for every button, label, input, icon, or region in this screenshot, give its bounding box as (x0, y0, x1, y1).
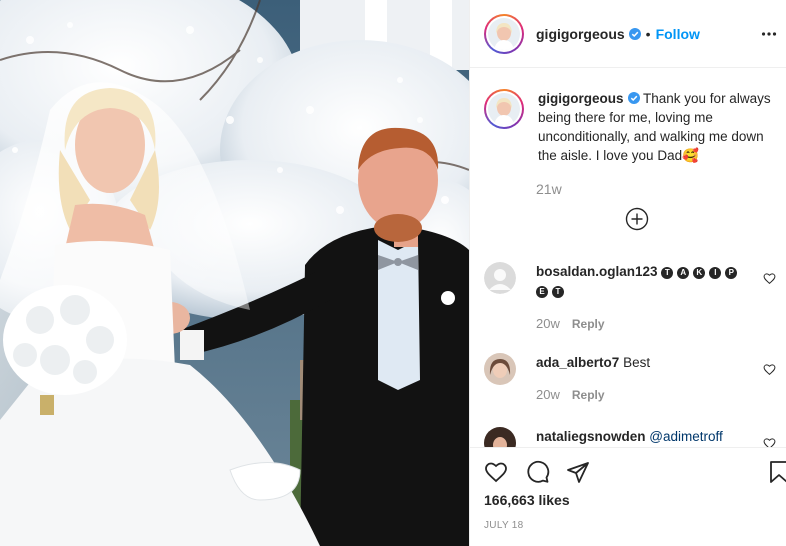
letter-badge: K (693, 267, 706, 279)
letter-badge: I (709, 267, 722, 279)
separator-dot: • (645, 25, 651, 42)
post-date[interactable]: JULY 18 (484, 520, 524, 531)
comment-body: bosaldan.oglan123 TAKIPET (536, 262, 758, 300)
caption-username[interactable]: gigigorgeous (538, 91, 624, 106)
wedding-photo-illustration (0, 0, 469, 546)
comment-like-heart-icon[interactable] (763, 437, 776, 447)
load-more-comments-icon[interactable] (625, 207, 649, 231)
commenter-avatar-image (484, 427, 516, 447)
likes-count[interactable]: 166,663 likes (484, 492, 570, 508)
post-photo[interactable] (0, 0, 469, 546)
commenter-username[interactable]: bosaldan.oglan123 (536, 264, 658, 279)
letter-badge: T (552, 286, 564, 298)
reply-button[interactable]: Reply (572, 388, 605, 402)
comment-mention[interactable]: @adimetroff (649, 429, 723, 444)
post-caption: gigigorgeous Thank you for always being … (484, 89, 784, 165)
commenter-username[interactable]: nataliegsnowden (536, 429, 646, 444)
comment-like-heart-icon[interactable] (763, 363, 776, 376)
comment-text: Best (623, 355, 651, 370)
bookmark-icon[interactable] (767, 460, 786, 484)
caption-text-block: gigigorgeous Thank you for always being … (538, 89, 782, 165)
caption-author-avatar[interactable] (484, 89, 524, 129)
comment-body: nataliegsnowden @adimetroff (536, 427, 758, 446)
default-avatar-icon (484, 262, 516, 294)
post-actions: 166,663 likes JULY 18 (470, 447, 786, 546)
more-options-icon[interactable] (761, 26, 777, 42)
comment-timestamp[interactable]: 20w (536, 316, 560, 331)
comments-area[interactable]: gigigorgeous Thank you for always being … (470, 69, 786, 447)
letter-badge: E (536, 286, 548, 298)
letter-badge: A (677, 267, 690, 279)
post-detail-panel: gigigorgeous • Follow gigigorgeous Thank… (469, 0, 786, 546)
author-username[interactable]: gigigorgeous (536, 26, 625, 42)
caption-author-avatar-image (488, 93, 520, 125)
commenter-avatar-image (484, 353, 516, 385)
post-header: gigigorgeous • Follow (470, 0, 786, 68)
share-icon[interactable] (566, 460, 590, 484)
heart-icon[interactable] (484, 460, 508, 484)
comment-meta: 20w Reply (536, 316, 605, 331)
letter-badge: T (661, 267, 674, 279)
comment-like-heart-icon[interactable] (763, 272, 776, 285)
author-avatar[interactable] (484, 13, 524, 54)
commenter-avatar[interactable] (484, 262, 516, 294)
comment-icon[interactable] (526, 460, 550, 484)
verified-icon (628, 27, 641, 40)
letter-badge: P (725, 267, 738, 279)
comment-timestamp[interactable]: 20w (536, 387, 560, 402)
author-avatar-image (488, 17, 520, 50)
commenter-avatar[interactable] (484, 427, 516, 447)
comment-meta: 20w Reply (536, 387, 605, 402)
caption-timestamp[interactable]: 21w (536, 181, 562, 197)
commenter-username[interactable]: ada_alberto7 (536, 355, 619, 370)
commenter-avatar[interactable] (484, 353, 516, 385)
verified-icon (627, 92, 640, 104)
follow-button[interactable]: Follow (656, 26, 700, 42)
comment-body: ada_alberto7 Best (536, 353, 758, 372)
reply-button[interactable]: Reply (572, 317, 605, 331)
